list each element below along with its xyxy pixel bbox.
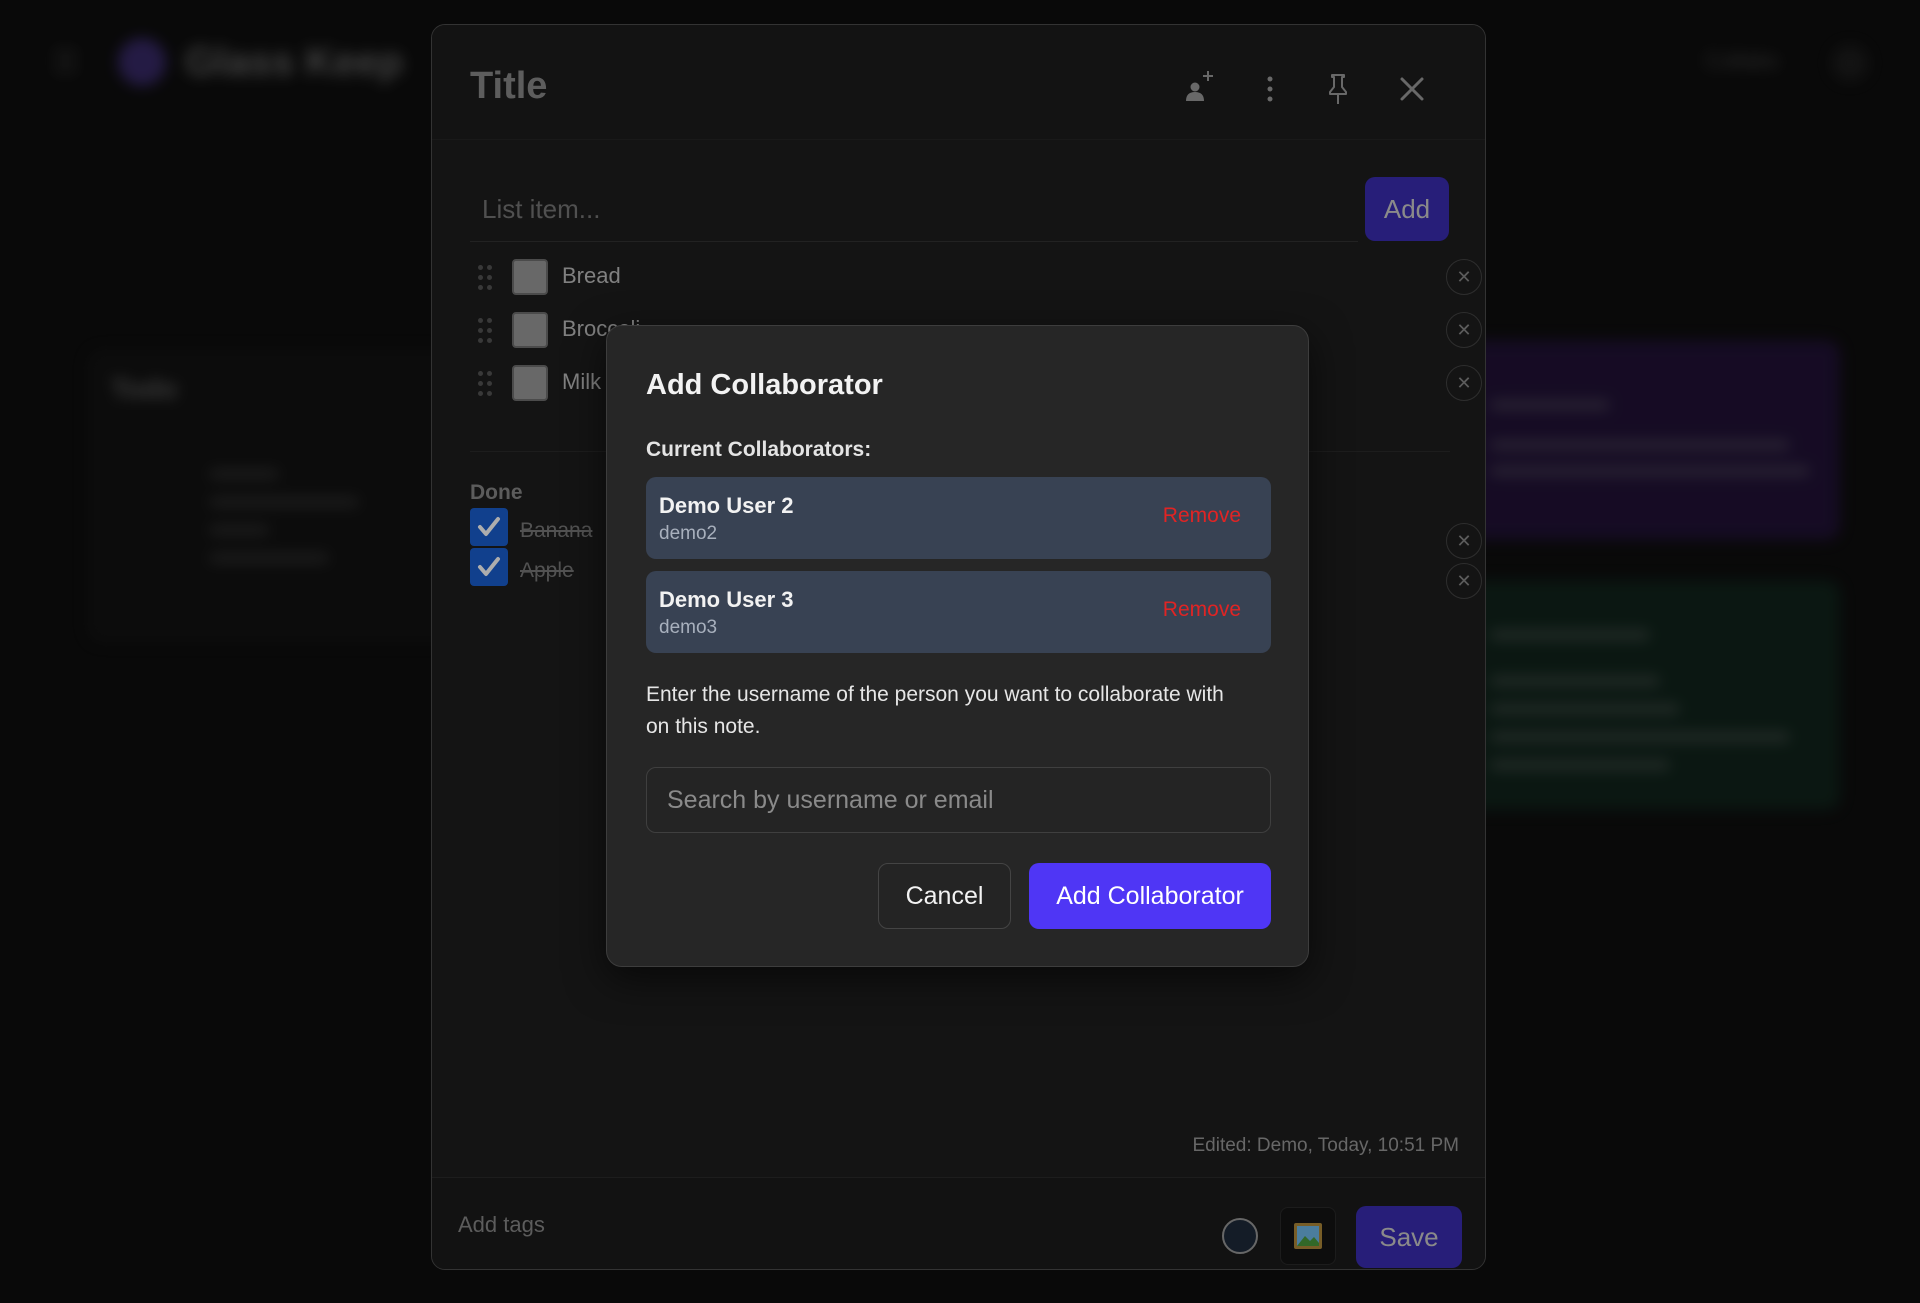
done-item-text[interactable]: Banana: [520, 519, 592, 543]
editor-footer: Add tags Save: [432, 1177, 1485, 1269]
done-checkbox[interactable]: [470, 548, 508, 586]
collaborator-name: Demo User 3: [659, 587, 794, 612]
collaborator-search-input[interactable]: [646, 767, 1271, 833]
add-collaborator-icon[interactable]: [1180, 67, 1224, 111]
add-item-button[interactable]: Add: [1365, 177, 1449, 241]
color-picker-icon[interactable]: [1222, 1218, 1258, 1254]
remove-item-icon[interactable]: ✕: [1446, 523, 1482, 559]
collaborator-name: Demo User 2: [659, 493, 794, 518]
done-section-label: Done: [470, 481, 523, 504]
remove-item-icon[interactable]: ✕: [1446, 563, 1482, 599]
close-icon[interactable]: [1390, 67, 1434, 111]
editor-header: Title: [432, 25, 1485, 140]
item-checkbox[interactable]: [512, 312, 548, 348]
collaborator-item: Demo User 2 demo2 Remove: [646, 477, 1271, 559]
check-icon: [478, 557, 500, 576]
item-checkbox[interactable]: [512, 365, 548, 401]
remove-item-icon[interactable]: ✕: [1446, 365, 1482, 401]
item-text[interactable]: Bread: [562, 263, 621, 289]
list-item-input[interactable]: [470, 177, 1358, 241]
add-collaborator-dialog: Add Collaborator Current Collaborators: …: [606, 325, 1309, 967]
add-collaborator-button[interactable]: Add Collaborator: [1029, 863, 1271, 929]
save-button[interactable]: Save: [1356, 1206, 1462, 1268]
drag-handle-icon[interactable]: [478, 265, 494, 293]
collaborator-username: demo2: [659, 523, 718, 544]
dialog-title: Add Collaborator: [646, 369, 883, 401]
drag-handle-icon[interactable]: [478, 371, 494, 399]
image-icon[interactable]: [1280, 1207, 1336, 1265]
dialog-description: Enter the username of the person you wan…: [646, 683, 1224, 738]
list-item-input-wrapper: [470, 177, 1358, 242]
collaborator-username: demo3: [659, 617, 718, 638]
current-collaborators-label: Current Collaborators:: [646, 438, 872, 461]
remove-collaborator-button[interactable]: Remove: [1163, 504, 1241, 528]
list-item: Bread ✕: [470, 255, 1482, 305]
item-text[interactable]: Milk: [562, 369, 601, 395]
remove-item-icon[interactable]: ✕: [1446, 259, 1482, 295]
more-vertical-icon[interactable]: [1248, 67, 1292, 111]
done-item-text[interactable]: Apple: [520, 559, 574, 583]
check-icon: [478, 517, 500, 536]
remove-item-icon[interactable]: ✕: [1446, 312, 1482, 348]
edited-timestamp: Edited: Demo, Today, 10:51 PM: [1192, 1135, 1459, 1156]
item-checkbox[interactable]: [512, 259, 548, 295]
add-tags-field[interactable]: Add tags: [458, 1212, 545, 1238]
cancel-button[interactable]: Cancel: [878, 863, 1011, 929]
pin-icon[interactable]: [1316, 67, 1360, 111]
collaborator-item: Demo User 3 demo3 Remove: [646, 571, 1271, 653]
drag-handle-icon[interactable]: [478, 318, 494, 346]
remove-collaborator-button[interactable]: Remove: [1163, 598, 1241, 622]
done-checkbox[interactable]: [470, 508, 508, 546]
note-title[interactable]: Title: [470, 65, 547, 108]
